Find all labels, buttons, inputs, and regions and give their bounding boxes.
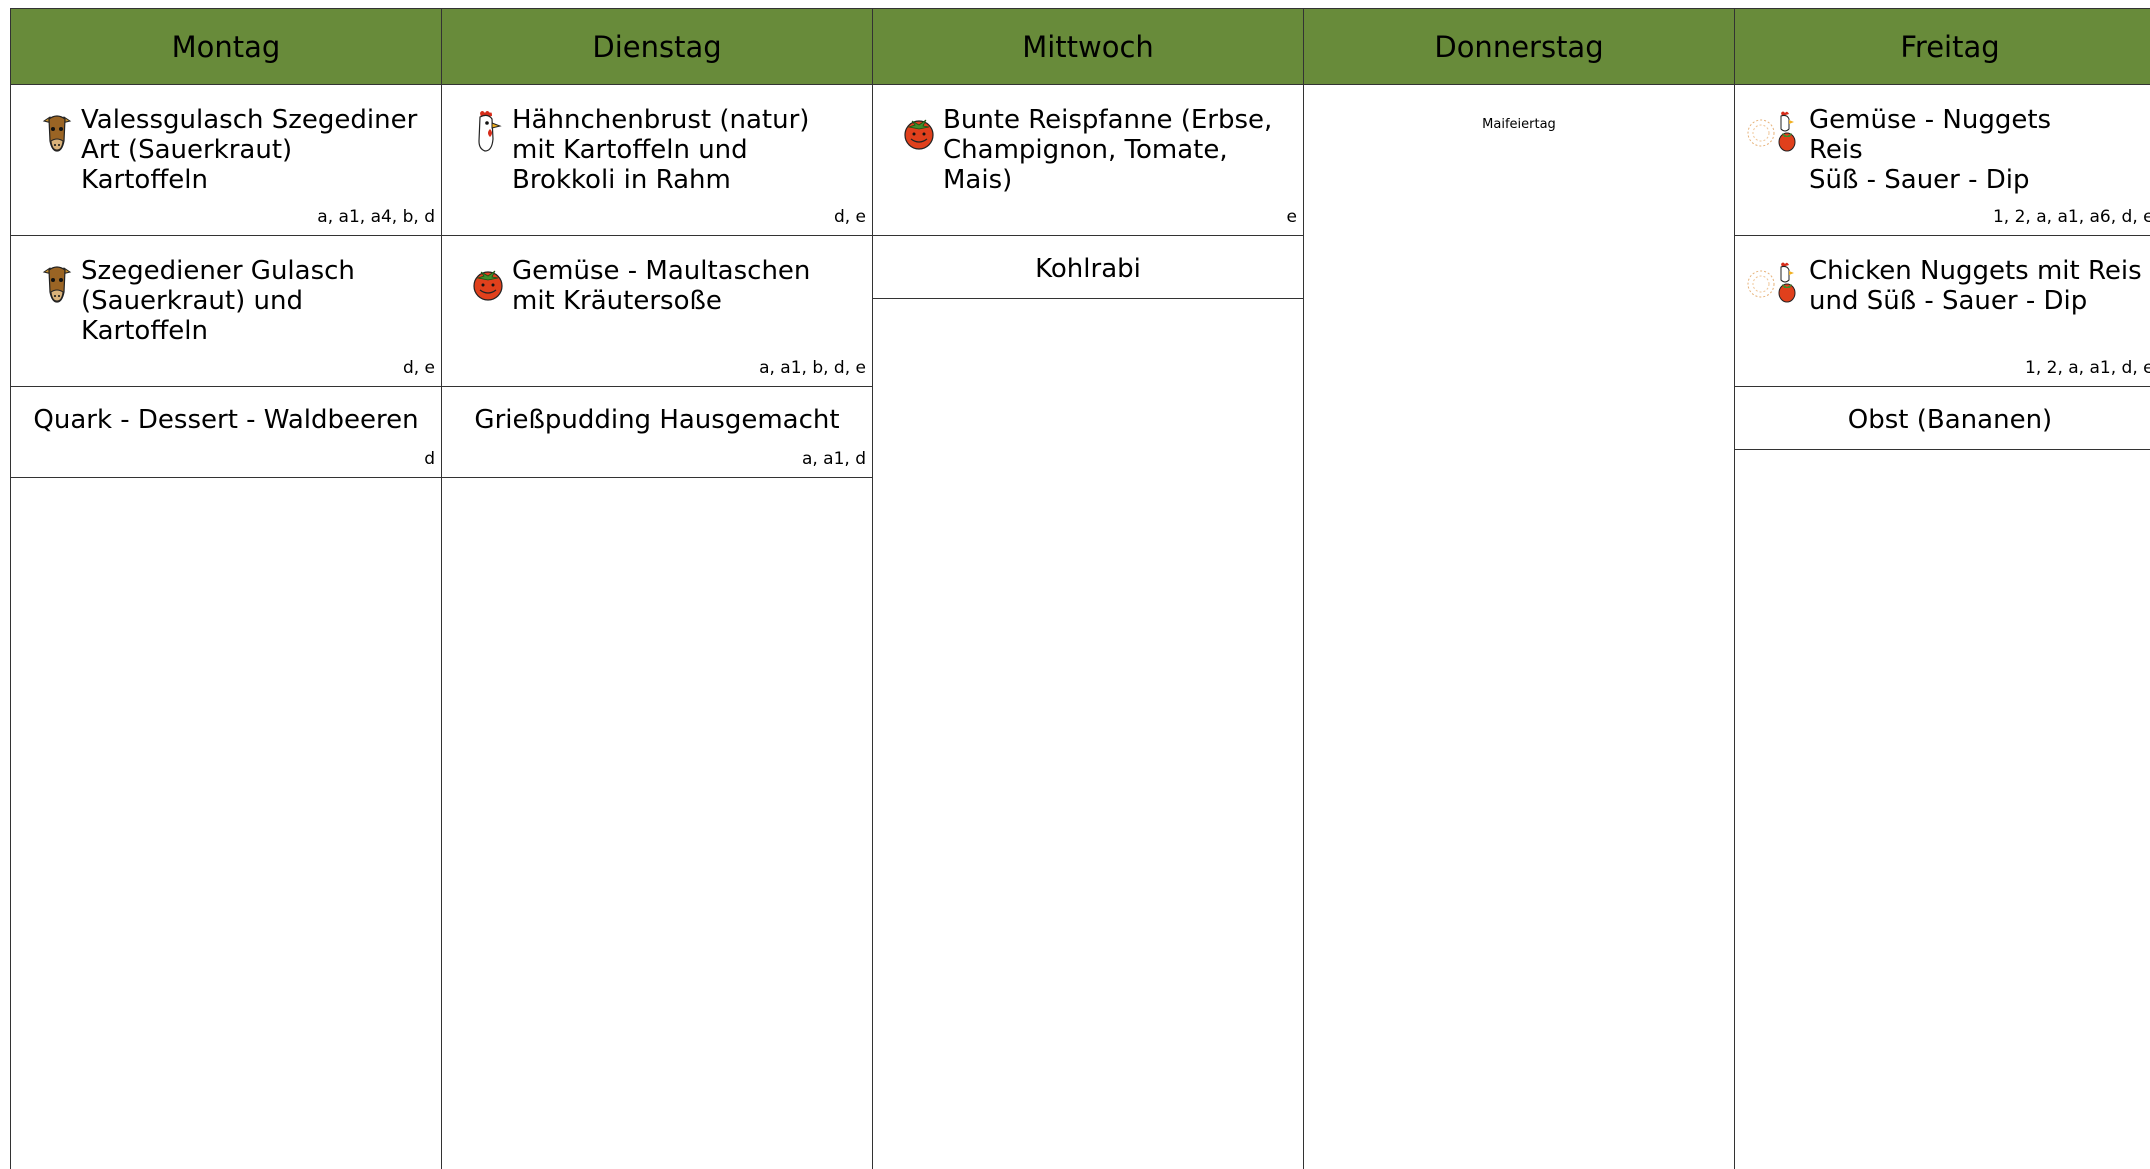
allergen-codes: d: [424, 449, 435, 469]
allergen-codes: a, a1, d: [801, 449, 866, 469]
dessert-name: Obst (Bananen): [1847, 405, 2053, 435]
allergen-codes: a, a1, a4, b, d: [317, 207, 435, 227]
tomato-icon: [903, 109, 935, 153]
dessert-item[interactable]: Grießpudding Hausgemacht a, a1, d: [442, 387, 872, 478]
day-column-donnerstag: Donnerstag Maifeiertag: [1304, 9, 1735, 1169]
day-column-dienstag: Dienstag Hähnchenbrust (natur) mit Kartof…: [442, 9, 873, 1169]
meal-name: Hähnchenbrust (natur) mit Kartoffeln und…: [512, 105, 810, 195]
day-column-montag: Montag Valessgulasch Szegediner Art (Saue…: [11, 9, 442, 1169]
meal-item[interactable]: Szegediener Gulasch (Sauerkraut) und Kar…: [11, 236, 441, 387]
dessert-item[interactable]: Kohlrabi: [873, 236, 1303, 299]
tomato-icon: [472, 260, 504, 304]
cow-icon: [41, 260, 73, 304]
meal-name: Gemüse - Nuggets Reis Süß - Sauer - Dip: [1809, 105, 2052, 195]
meal-name: Chicken Nuggets mit Reis und Süß - Sauer…: [1809, 256, 2142, 316]
day-column-freitag: Freitag Gemüse - Nuggets Reis Süß - Sauer…: [1735, 9, 2150, 1169]
chicken-icon: [472, 109, 504, 153]
meal-name: Bunte Reispfanne (Erbse, Champignon, Tom…: [943, 105, 1273, 195]
dessert-item[interactable]: Obst (Bananen): [1735, 387, 2150, 450]
allergen-codes: a, a1, b, d, e: [759, 358, 866, 378]
weekly-menu-plan: Montag Valessgulasch Szegediner Art (Saue…: [10, 8, 2150, 1169]
meal-row: Szegediener Gulasch (Sauerkraut) und Kar…: [11, 236, 441, 386]
day-header: Dienstag: [442, 9, 872, 85]
allergen-codes: 1, 2, a, a1, a6, d, e,: [1992, 207, 2150, 227]
meal-name: Szegediener Gulasch (Sauerkraut) und Kar…: [81, 256, 355, 346]
meal-item[interactable]: Hähnchenbrust (natur) mit Kartoffeln und…: [442, 85, 872, 236]
dessert-name: Quark - Dessert - Waldbeeren: [33, 405, 419, 435]
day-header: Montag: [11, 9, 441, 85]
meal-item[interactable]: Valessgulasch Szegediner Art (Sauerkraut…: [11, 85, 441, 236]
allergen-codes: d, e: [833, 207, 866, 227]
day-header: Mittwoch: [873, 9, 1303, 85]
allergen-codes: d, e: [402, 358, 435, 378]
cow-icon: [41, 109, 73, 153]
meal-item[interactable]: Gemüse - Maultaschen mit Kräutersoße a, a…: [442, 236, 872, 387]
meal-item[interactable]: Bunte Reispfanne (Erbse, Champignon, Tom…: [873, 85, 1303, 236]
day-column-mittwoch: Mittwoch Bunte Reispfanne (Erbse, Champig…: [873, 9, 1304, 1169]
chicken-tomato-icon: [1745, 260, 1801, 304]
meal-item[interactable]: Gemüse - Nuggets Reis Süß - Sauer - Dip 1…: [1735, 85, 2150, 236]
meal-row: Hähnchenbrust (natur) mit Kartoffeln und…: [442, 85, 872, 235]
allergen-codes: 1, 2, a, a1, d, e,: [2025, 358, 2150, 378]
meal-name: Gemüse - Maultaschen mit Kräutersoße: [512, 256, 811, 316]
day-header: Freitag: [1735, 9, 2150, 85]
dessert-name: Kohlrabi: [1035, 254, 1141, 284]
day-header: Donnerstag: [1304, 9, 1734, 85]
holiday-note: Maifeiertag: [1482, 117, 1556, 132]
meal-row: Bunte Reispfanne (Erbse, Champignon, Tom…: [873, 85, 1303, 235]
meal-name: Valessgulasch Szegediner Art (Sauerkraut…: [81, 105, 418, 195]
meal-item[interactable]: Chicken Nuggets mit Reis und Süß - Sauer…: [1735, 236, 2150, 387]
dessert-item[interactable]: Quark - Dessert - Waldbeeren d: [11, 387, 441, 478]
chicken-tomato-icon: [1745, 109, 1801, 153]
allergen-codes: e: [1286, 207, 1297, 227]
